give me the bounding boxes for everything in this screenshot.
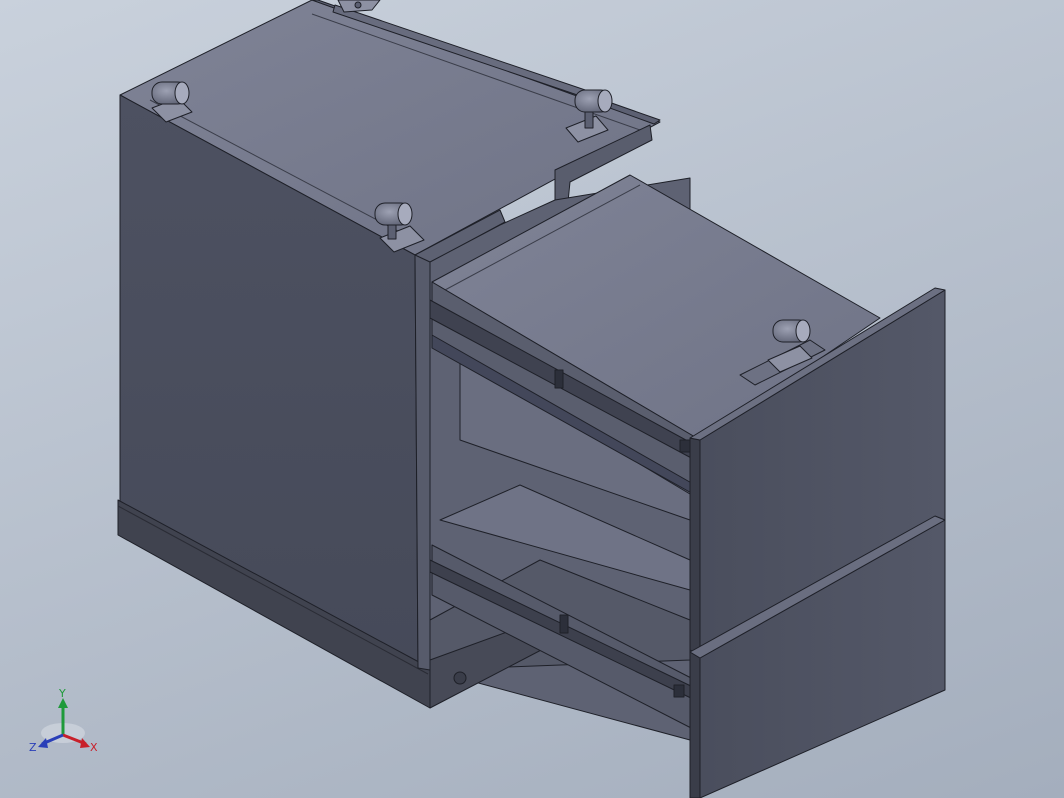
triad-x-label: X <box>90 741 98 754</box>
rail-clip <box>679 439 691 453</box>
cabinet-front-post <box>414 254 431 671</box>
upper-drawer-front-edge <box>689 437 701 656</box>
caster-top-back <box>337 0 381 13</box>
plinth-hole <box>453 671 467 685</box>
triad-x-arrow <box>80 738 90 748</box>
cabinet-model[interactable]: Y X Z <box>0 0 1064 798</box>
rail-clip-4 <box>673 684 685 698</box>
lower-drawer-front-edge <box>689 651 701 798</box>
reference-triad: Y X Z <box>29 687 98 754</box>
triad-z-label: Z <box>29 741 37 754</box>
triad-y-label: Y <box>58 687 66 700</box>
cad-graphics-viewport[interactable]: Y X Z <box>0 0 1064 798</box>
rail-clip-2 <box>554 369 564 389</box>
rail-clip-3 <box>559 614 569 634</box>
